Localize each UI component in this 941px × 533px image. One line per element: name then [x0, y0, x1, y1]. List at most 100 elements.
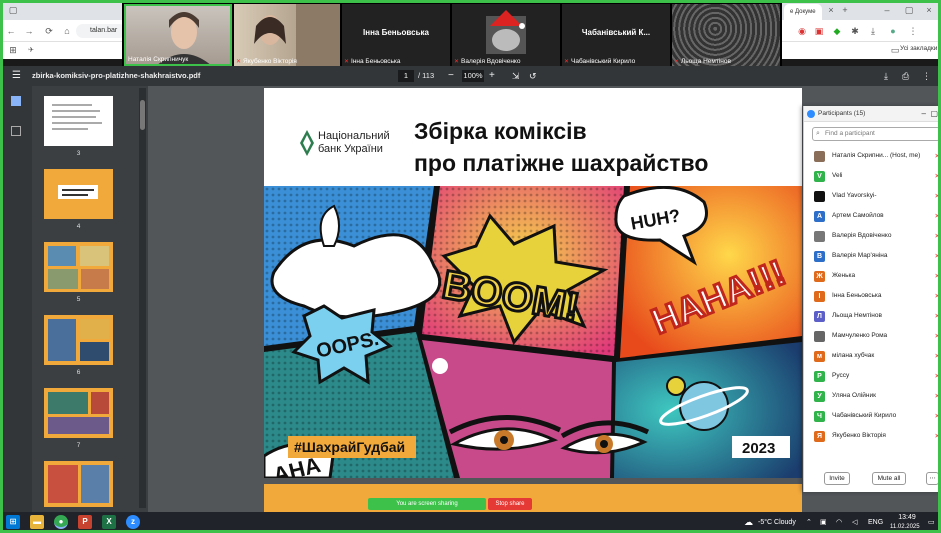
participant-row[interactable]: V Veli ✕ — [812, 170, 941, 184]
minimize-icon[interactable]: – — [922, 106, 926, 122]
participant-row[interactable]: м мілана хубчак ✕ — [812, 350, 941, 364]
reload-icon[interactable]: ⟳ — [42, 20, 56, 42]
muted-mic-icon[interactable]: ✕ — [935, 352, 940, 360]
extension-icon[interactable]: ▣ — [812, 20, 826, 42]
muted-mic-icon[interactable]: ✕ — [935, 332, 940, 340]
muted-mic-icon[interactable]: ✕ — [935, 212, 940, 220]
video-tile[interactable]: ✕ Валерія Вдовіченко — [452, 4, 560, 66]
more-options-button[interactable]: ⋯ — [926, 472, 939, 485]
download-icon[interactable]: ⤓ — [866, 20, 880, 42]
file-explorer-icon[interactable]: ▬ — [30, 515, 44, 529]
participant-row[interactable]: А Артем Самойлов ✕ — [812, 210, 941, 224]
minimize-icon[interactable]: – — [880, 0, 894, 20]
tab-search-icon[interactable]: ▢ — [6, 0, 20, 20]
mute-all-button[interactable]: Mute all — [872, 472, 906, 485]
new-tab-icon[interactable]: + — [838, 0, 852, 20]
avatar — [814, 231, 825, 242]
extensions-icon[interactable]: ✱ — [848, 20, 862, 42]
wifi-icon[interactable]: ◠ — [836, 512, 842, 533]
participant-row[interactable]: В Валерія Мар'яніна ✕ — [812, 250, 941, 264]
participant-row[interactable]: Ж Женька ✕ — [812, 270, 941, 284]
video-tile[interactable]: ✕ Льоща Немтінов — [672, 4, 780, 66]
page-thumbnail[interactable] — [44, 169, 113, 219]
thumbnail-scrollbar[interactable] — [139, 88, 146, 508]
participant-row[interactable]: Р Руссу ✕ — [812, 370, 941, 384]
outline-view-icon[interactable] — [11, 126, 21, 136]
extension-icon[interactable]: ◉ — [795, 20, 809, 42]
muted-mic-icon[interactable]: ✕ — [935, 272, 940, 280]
close-window-icon[interactable]: × — [922, 0, 936, 20]
clock-date[interactable]: 11.02.2025 — [890, 522, 920, 533]
participant-row[interactable]: Л Льоща Немтінов ✕ — [812, 310, 941, 324]
profile-icon[interactable]: ● — [886, 20, 900, 42]
page-thumbnail[interactable] — [44, 242, 113, 292]
shield-icon[interactable]: ◆ — [830, 20, 844, 42]
notifications-icon[interactable]: ▭ — [928, 512, 935, 533]
volume-icon[interactable]: ◁ — [852, 512, 857, 533]
powerpoint-icon[interactable]: P — [78, 515, 92, 529]
muted-mic-icon[interactable]: ✕ — [935, 412, 940, 420]
download-icon[interactable]: ⤓ — [884, 66, 888, 86]
participant-row[interactable]: У Уляна Олійник ✕ — [812, 390, 941, 404]
muted-mic-icon[interactable]: ✕ — [935, 392, 940, 400]
participant-row[interactable]: Наталія Скрипни... (Host, me) ✕ — [812, 150, 941, 164]
participant-row[interactable]: Валерія Вдовіченко ✕ — [812, 230, 941, 244]
zoom-in-icon[interactable]: + — [489, 66, 495, 86]
rotate-icon[interactable]: ↺ — [529, 66, 537, 86]
apps-icon[interactable]: ⊞ — [6, 42, 20, 59]
page-thumbnail[interactable] — [44, 96, 113, 146]
screen-share-status[interactable]: You are screen sharing — [368, 498, 486, 510]
all-bookmarks-link[interactable]: Усі закладки — [900, 45, 937, 52]
page-number-input[interactable]: 1 — [398, 70, 414, 82]
muted-mic-icon[interactable]: ✕ — [935, 372, 940, 380]
language-indicator[interactable]: ENG — [868, 512, 883, 533]
video-tile[interactable]: Інна Беньовська ✕ Інна Беньовська — [342, 4, 450, 66]
muted-mic-icon[interactable]: ✕ — [935, 192, 940, 200]
invite-button[interactable]: Invite — [824, 472, 850, 485]
video-tile[interactable]: ✕ Якубенко Вікторія — [234, 4, 340, 66]
address-bar[interactable]: talan.bar — [76, 24, 126, 38]
zoom-level[interactable]: 100% — [462, 70, 484, 82]
muted-mic-icon[interactable]: ✕ — [935, 232, 940, 240]
muted-mic-icon[interactable]: ✕ — [935, 152, 940, 160]
muted-mic-icon[interactable]: ✕ — [935, 432, 940, 440]
bookmark-icon[interactable]: ✈ — [24, 42, 38, 59]
forward-icon[interactable]: → — [22, 20, 36, 42]
close-tab-icon[interactable]: × — [824, 0, 838, 20]
stop-share-button[interactable]: Stop share — [488, 498, 532, 510]
participant-row[interactable]: Ч Чабанівський Кирило ✕ — [812, 410, 941, 424]
chrome-icon[interactable]: ● — [54, 515, 68, 529]
browser-tab[interactable]: е Докуме — [784, 4, 822, 20]
thumbnails-view-icon[interactable] — [11, 96, 21, 106]
page-thumbnail[interactable] — [44, 315, 113, 365]
video-tile[interactable]: Наталія Скрипничук — [124, 4, 232, 66]
video-tile[interactable]: Чабанівський К... ✕ Чабанівський Кирило — [562, 4, 670, 66]
participant-row[interactable]: І Інна Беньовська ✕ — [812, 290, 941, 304]
zoom-app-icon[interactable]: z — [126, 515, 140, 529]
more-options-icon[interactable]: ⋮ — [922, 66, 931, 86]
muted-mic-icon[interactable]: ✕ — [935, 172, 940, 180]
page-thumbnail[interactable] — [44, 461, 113, 507]
fit-page-icon[interactable]: ⇲ — [512, 66, 520, 86]
muted-mic-icon[interactable]: ✕ — [935, 312, 940, 320]
participant-search-input[interactable]: ⌕ Find a participant — [812, 127, 940, 141]
muted-mic-icon[interactable]: ✕ — [935, 252, 940, 260]
settings-icon[interactable]: ⋮ — [906, 20, 920, 42]
maximize-icon[interactable]: ▢ — [902, 0, 916, 20]
print-icon[interactable]: ⎙ — [902, 66, 909, 86]
zoom-out-icon[interactable]: − — [448, 66, 454, 86]
popout-icon[interactable]: ▢ — [930, 106, 938, 122]
participant-row[interactable]: Vlad Yavorskyi- ✕ — [812, 190, 941, 204]
excel-icon[interactable]: X — [102, 515, 116, 529]
participant-row[interactable]: Я Якубенко Вікторія ✕ — [812, 430, 941, 444]
menu-icon[interactable]: ☰ — [12, 66, 21, 86]
tray-chevron-icon[interactable]: ⌃ — [806, 512, 812, 533]
network-icon[interactable]: ▣ — [820, 512, 827, 533]
weather-text[interactable]: -5°C Cloudy — [758, 512, 796, 533]
muted-mic-icon[interactable]: ✕ — [935, 292, 940, 300]
page-thumbnail[interactable] — [44, 388, 113, 438]
start-icon[interactable]: ⊞ — [6, 515, 20, 529]
home-icon[interactable]: ⌂ — [60, 20, 74, 42]
back-icon[interactable]: ← — [4, 20, 18, 42]
participant-row[interactable]: Мамчуленко Рома ✕ — [812, 330, 941, 344]
